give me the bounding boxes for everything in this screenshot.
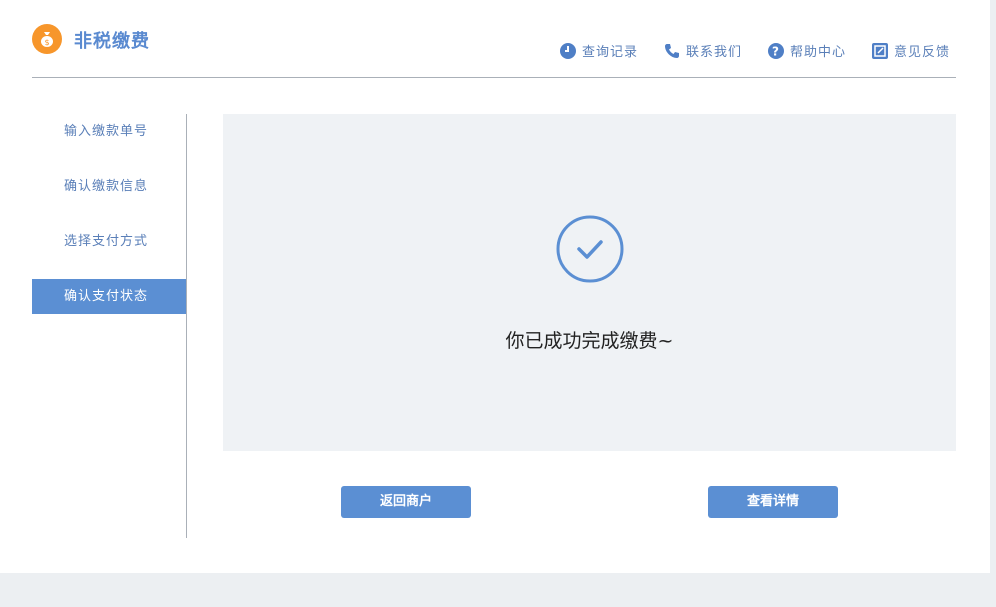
- nav-label: 联系我们: [686, 41, 742, 60]
- sidebar-divider: [186, 114, 187, 538]
- money-bag-logo-icon: $: [32, 24, 62, 54]
- step-enter-bill-number: 输入缴款单号: [32, 114, 186, 149]
- step-confirm-payment-status: 确认支付状态: [32, 279, 186, 314]
- phone-icon: [664, 43, 680, 59]
- result-panel: 你已成功完成缴费~: [223, 114, 956, 451]
- back-to-merchant-button[interactable]: 返回商户: [341, 486, 471, 518]
- header-nav: 查询记录 联系我们 ? 帮助中心 意见反馈: [560, 41, 950, 60]
- help-icon: ?: [768, 43, 784, 59]
- step-select-payment-method: 选择支付方式: [32, 224, 186, 259]
- header-divider: [32, 77, 956, 78]
- nav-help-center[interactable]: ? 帮助中心: [768, 41, 846, 60]
- edit-icon: [872, 43, 888, 59]
- view-details-button[interactable]: 查看详情: [708, 486, 838, 518]
- success-message: 你已成功完成缴费~: [223, 326, 956, 353]
- nav-label: 意见反馈: [894, 41, 950, 60]
- svg-text:$: $: [44, 38, 49, 47]
- nav-feedback[interactable]: 意见反馈: [872, 41, 950, 60]
- steps-sidebar: 输入缴款单号 确认缴款信息 选择支付方式 确认支付状态: [32, 114, 186, 334]
- success-check-icon: [555, 214, 625, 284]
- nav-label: 查询记录: [582, 41, 638, 60]
- nav-query-records[interactable]: 查询记录: [560, 41, 638, 60]
- svg-text:?: ?: [772, 44, 780, 58]
- app-title: 非税缴费: [74, 27, 150, 53]
- nav-label: 帮助中心: [790, 41, 846, 60]
- clock-icon: [560, 43, 576, 59]
- nav-contact-us[interactable]: 联系我们: [664, 41, 742, 60]
- step-confirm-bill-info: 确认缴款信息: [32, 169, 186, 204]
- page: $ 非税缴费 查询记录 联系我们 ? 帮助中心 意见反馈 输入缴款单号 确认缴款…: [0, 0, 990, 573]
